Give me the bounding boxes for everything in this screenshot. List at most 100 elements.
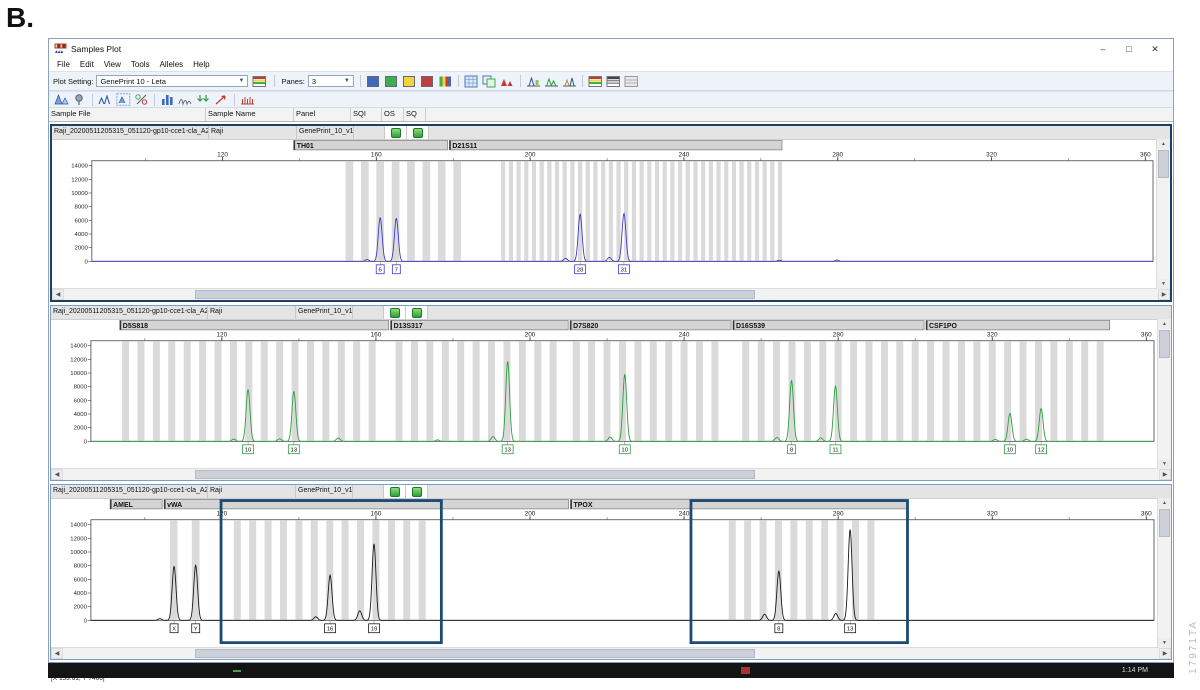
column-header-panel[interactable]: Panel [294,108,351,121]
pane-vertical-scrollbar[interactable]: ▲▼ [1157,319,1171,469]
scroll-right-icon[interactable]: ▶ [1158,289,1170,300]
svg-text:▴▴▴: ▴▴▴ [55,49,64,54]
svg-text:360: 360 [1140,151,1151,158]
scroll-down-icon[interactable]: ▼ [1158,638,1171,648]
plot-colors-button[interactable] [251,74,268,89]
scroll-track[interactable] [63,469,1159,480]
maximize-button[interactable]: □ [1116,40,1142,58]
column-header-sqi[interactable]: SQI [351,108,382,121]
show-table-button[interactable] [587,74,604,89]
green-ok-icon [390,308,400,318]
fit-peaks-button[interactable] [97,92,114,107]
scale-to-ladder-button[interactable] [525,74,542,89]
pin-view-button[interactable] [71,92,88,107]
label-percent-button[interactable] [133,92,150,107]
dye-green-button[interactable] [383,74,400,89]
sample-pane-3[interactable]: Raji_20200511205315_051120-gp10-cce1-cla… [50,484,1172,660]
menu-item-alleles[interactable]: Alleles [155,60,189,69]
scale-to-peaks-button[interactable] [561,74,578,89]
apply-allele-button[interactable] [195,92,212,107]
menu-item-tools[interactable]: Tools [126,60,155,69]
green-ok-icon [412,487,422,497]
scroll-up-icon[interactable]: ▲ [1157,139,1170,149]
dye-blue-button[interactable] [365,74,382,89]
scroll-thumb[interactable] [195,290,755,299]
sample-pane-2[interactable]: Raji_20200511205315_051120-gp10-cce1-cla… [50,305,1172,481]
electropherogram-plot[interactable]: TH01D21S11120160200240280320360020004000… [52,140,1157,288]
sample-row[interactable]: Raji_20200511205315_051120-gp10-cce1-cla… [51,485,1171,499]
plot-setting-value: GenePrint 10 - Leta [100,77,165,86]
sample-row[interactable]: Raji_20200511205315_051120-gp10-cce1-cla… [51,306,1171,320]
toolbar-icons-row2 [53,92,256,107]
column-header-sample-file[interactable]: Sample File [49,108,206,121]
pane-horizontal-scrollbar[interactable]: ◀▶ [51,647,1171,659]
scroll-right-icon[interactable]: ▶ [1159,469,1171,480]
chevron-down-icon: ▼ [234,78,245,84]
overlay-panes-button[interactable] [481,74,498,89]
svg-text:6000: 6000 [75,218,89,224]
pane-horizontal-scrollbar[interactable]: ◀▶ [51,468,1171,480]
close-button[interactable]: ✕ [1142,40,1168,58]
scroll-up-icon[interactable]: ▲ [1158,498,1171,508]
show-peaks-button[interactable] [499,74,516,89]
panes-select[interactable]: 3 ▼ [308,75,354,87]
scroll-left-icon[interactable]: ◀ [51,648,63,659]
menu-item-edit[interactable]: Edit [75,60,99,69]
dye-yellow-button[interactable] [401,74,418,89]
delete-allele-button[interactable] [213,92,230,107]
scroll-thumb[interactable] [195,649,756,658]
svg-text:14000: 14000 [70,344,87,350]
sqi-cell [353,306,384,319]
svg-text:4000: 4000 [74,591,88,597]
scroll-down-icon[interactable]: ▼ [1157,279,1170,289]
scroll-left-icon[interactable]: ◀ [52,289,64,300]
raw-data-button[interactable] [159,92,176,107]
title-bar[interactable]: ▴▴▴ Samples Plot – □ ✕ [49,39,1173,58]
dye-all-button[interactable] [437,74,454,89]
baseline-button[interactable] [177,92,194,107]
scroll-thumb[interactable] [195,470,756,479]
svg-text:6000: 6000 [74,398,88,404]
svg-text:10: 10 [621,448,628,454]
show-report-button[interactable] [623,74,640,89]
column-header-sq[interactable]: SQ [404,108,426,121]
tile-panes-button[interactable] [463,74,480,89]
scroll-down-icon[interactable]: ▼ [1158,459,1171,469]
scale-to-sample-button[interactable] [543,74,560,89]
column-header-sample-name[interactable]: Sample Name [206,108,294,121]
column-header-os[interactable]: OS [382,108,404,121]
scroll-thumb[interactable] [1159,509,1170,537]
menu-item-help[interactable]: Help [188,60,214,69]
scroll-thumb[interactable] [1159,330,1170,358]
show-genotypes-button[interactable] [605,74,622,89]
scroll-track[interactable] [64,289,1158,300]
scroll-left-icon[interactable]: ◀ [51,469,63,480]
sqi-cell [353,485,384,498]
taskbar[interactable]: 1:14 PM [48,663,1174,678]
menu-item-view[interactable]: View [99,60,126,69]
scroll-thumb[interactable] [1158,150,1169,178]
svg-text:0: 0 [84,439,88,445]
sample-file-cell: Raji_20200511205315_051120-gp10-cce1-cla… [51,485,208,498]
svg-text:120: 120 [216,331,227,338]
sq-status-indicator [407,126,429,139]
sample-pane-1[interactable]: Raji_20200511205315_051120-gp10-cce1-cla… [50,124,1172,302]
pane-vertical-scrollbar[interactable]: ▲▼ [1157,498,1171,648]
electropherogram-plot[interactable]: D5S818D13S317D7S820D16S539CSF1PO12016020… [51,320,1158,468]
minimize-button[interactable]: – [1090,40,1116,58]
plot-setting-select[interactable]: GenePrint 10 - Leta ▼ [96,75,248,87]
green-ok-icon [413,128,423,138]
fit-selected-button[interactable] [115,92,132,107]
size-ladder-button[interactable] [239,92,256,107]
scroll-up-icon[interactable]: ▲ [1158,319,1171,329]
svg-text:360: 360 [1141,510,1152,517]
scroll-right-icon[interactable]: ▶ [1159,648,1171,659]
sample-row[interactable]: Raji_20200511205315_051120-gp10-cce1-cla… [52,126,1170,140]
pane-horizontal-scrollbar[interactable]: ◀▶ [52,288,1170,300]
menu-item-file[interactable]: File [52,60,75,69]
electropherogram-plot[interactable]: AMELvWATPOX12016020024028032036002000400… [51,499,1158,647]
zoom-peaks-button[interactable] [53,92,70,107]
pane-vertical-scrollbar[interactable]: ▲▼ [1156,139,1170,289]
dye-red-button[interactable] [419,74,436,89]
scroll-track[interactable] [63,648,1159,659]
